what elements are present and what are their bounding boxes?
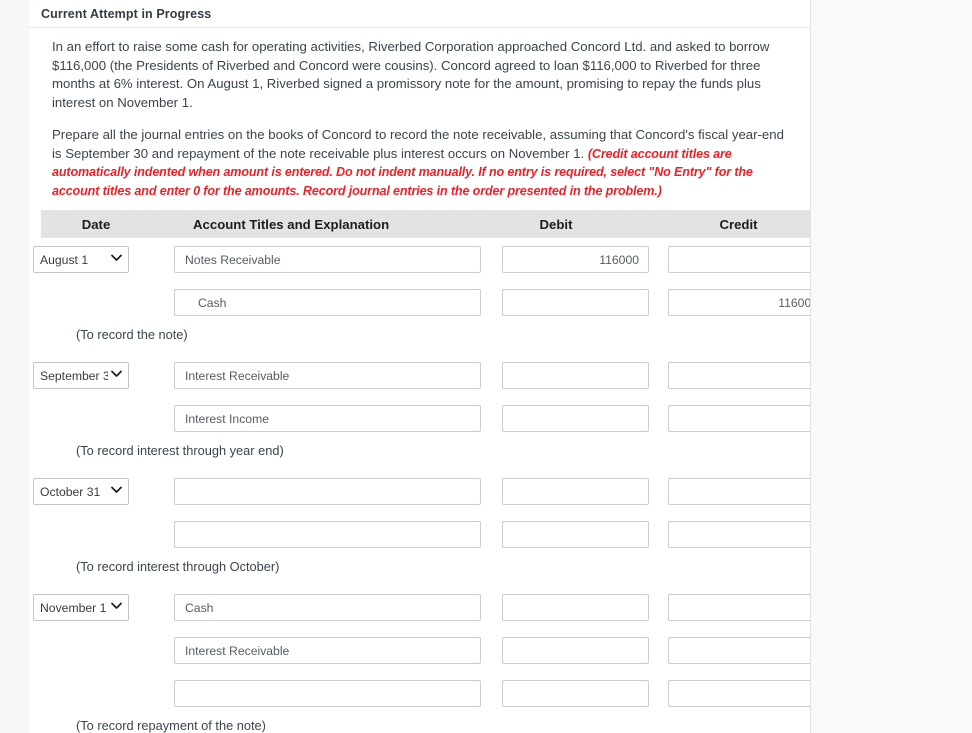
cell-credit (649, 478, 810, 505)
cell-debit (481, 289, 649, 316)
cell-credit (649, 637, 810, 664)
column-header-debit: Debit (539, 216, 573, 232)
entry-memo: (To record the note) (76, 327, 188, 342)
cell-debit (481, 521, 649, 548)
cell-debit (481, 478, 649, 505)
page-root: Current Attempt in Progress In an effort… (0, 0, 972, 733)
question-body: In an effort to raise some cash for oper… (29, 28, 810, 733)
cell-account (151, 594, 481, 621)
journal-entry-row: November 1 (33, 593, 810, 622)
entry-memo: (To record repayment of the note) (76, 718, 266, 733)
credit-amount-input[interactable] (668, 637, 810, 664)
problem-paragraph-1: In an effort to raise some cash for oper… (52, 39, 770, 110)
cell-credit (649, 521, 810, 548)
cell-credit (649, 594, 810, 621)
credit-amount-input[interactable] (668, 680, 810, 707)
credit-amount-input[interactable] (668, 521, 810, 548)
problem-statement: In an effort to raise some cash for oper… (29, 28, 789, 200)
column-header-account: Account Titles and Explanation (193, 216, 390, 232)
journal-entry-row (41, 288, 810, 317)
column-header-credit: Credit (719, 216, 758, 232)
account-title-input[interactable] (174, 362, 481, 389)
cell-date: November 1 (33, 594, 151, 621)
account-title-input[interactable] (174, 680, 481, 707)
date-select[interactable]: September 30 (33, 362, 129, 389)
debit-amount-input[interactable] (502, 637, 649, 664)
date-select-wrapper: October 31 (33, 478, 129, 505)
cell-date: October 31 (33, 478, 151, 505)
date-select[interactable]: November 1 (33, 594, 129, 621)
date-select[interactable]: August 1 (33, 246, 129, 273)
credit-amount-input[interactable] (668, 405, 810, 432)
entry-memo: (To record interest through October) (76, 559, 280, 574)
credit-amount-input[interactable] (668, 246, 810, 273)
journal-entry-row (41, 404, 810, 433)
cell-account (151, 637, 481, 664)
credit-amount-input[interactable] (668, 478, 810, 505)
cell-debit (481, 637, 649, 664)
problem-paragraph-2: Prepare all the journal entries on the b… (52, 126, 789, 200)
entry-memo: (To record interest through year end) (76, 443, 284, 458)
cell-credit (649, 289, 810, 316)
debit-amount-input[interactable] (502, 362, 649, 389)
journal-entry-row (41, 520, 810, 549)
cell-debit (481, 594, 649, 621)
cell-debit (481, 246, 649, 273)
cell-debit (481, 680, 649, 707)
cell-account (151, 680, 481, 707)
credit-amount-input[interactable] (668, 362, 810, 389)
column-header-date: Date (81, 216, 111, 232)
journal-entry-row (41, 636, 810, 665)
cell-credit (649, 246, 810, 273)
journal-entry-row: September 30 (33, 361, 810, 390)
journal-entry-row: August 1 (33, 245, 810, 274)
journal-table-header: Date Account Titles and Explanation Debi… (41, 210, 810, 238)
account-title-input[interactable] (174, 405, 481, 432)
journal-entry-table: Date Account Titles and Explanation Debi… (33, 210, 810, 733)
journal-entry-row: October 31 (33, 477, 810, 506)
account-title-input[interactable] (174, 637, 481, 664)
cell-date: August 1 (33, 246, 151, 273)
cell-account (151, 478, 481, 505)
cell-debit (481, 362, 649, 389)
cell-debit (481, 405, 649, 432)
content-panel: Current Attempt in Progress In an effort… (29, 0, 811, 733)
attempt-header: Current Attempt in Progress (29, 0, 810, 28)
cell-account (151, 362, 481, 389)
date-select-wrapper: August 1 (33, 246, 129, 273)
debit-amount-input[interactable] (502, 594, 649, 621)
cell-account (151, 246, 481, 273)
debit-amount-input[interactable] (502, 521, 649, 548)
cell-credit (649, 680, 810, 707)
credit-amount-input[interactable] (668, 594, 810, 621)
debit-amount-input[interactable] (502, 289, 649, 316)
cell-date: September 30 (33, 362, 151, 389)
date-select-wrapper: September 30 (33, 362, 129, 389)
cell-credit (649, 362, 810, 389)
right-background (810, 0, 972, 733)
date-select-wrapper: November 1 (33, 594, 129, 621)
debit-amount-input[interactable] (502, 246, 649, 273)
journal-table-body: August 1 (To record the note) September 30… (33, 238, 810, 733)
left-gutter (0, 0, 30, 733)
debit-amount-input[interactable] (502, 478, 649, 505)
page-title: Current Attempt in Progress (41, 7, 212, 21)
account-title-input[interactable] (174, 594, 481, 621)
account-title-input[interactable] (174, 289, 481, 316)
credit-amount-input[interactable] (668, 289, 810, 316)
debit-amount-input[interactable] (502, 405, 649, 432)
cell-credit (649, 405, 810, 432)
account-title-input[interactable] (174, 478, 481, 505)
date-select[interactable]: October 31 (33, 478, 129, 505)
cell-account (151, 405, 481, 432)
debit-amount-input[interactable] (502, 680, 649, 707)
cell-account (151, 521, 481, 548)
account-title-input[interactable] (174, 521, 481, 548)
journal-entry-row (41, 679, 810, 708)
cell-account (151, 289, 481, 316)
account-title-input[interactable] (174, 246, 481, 273)
